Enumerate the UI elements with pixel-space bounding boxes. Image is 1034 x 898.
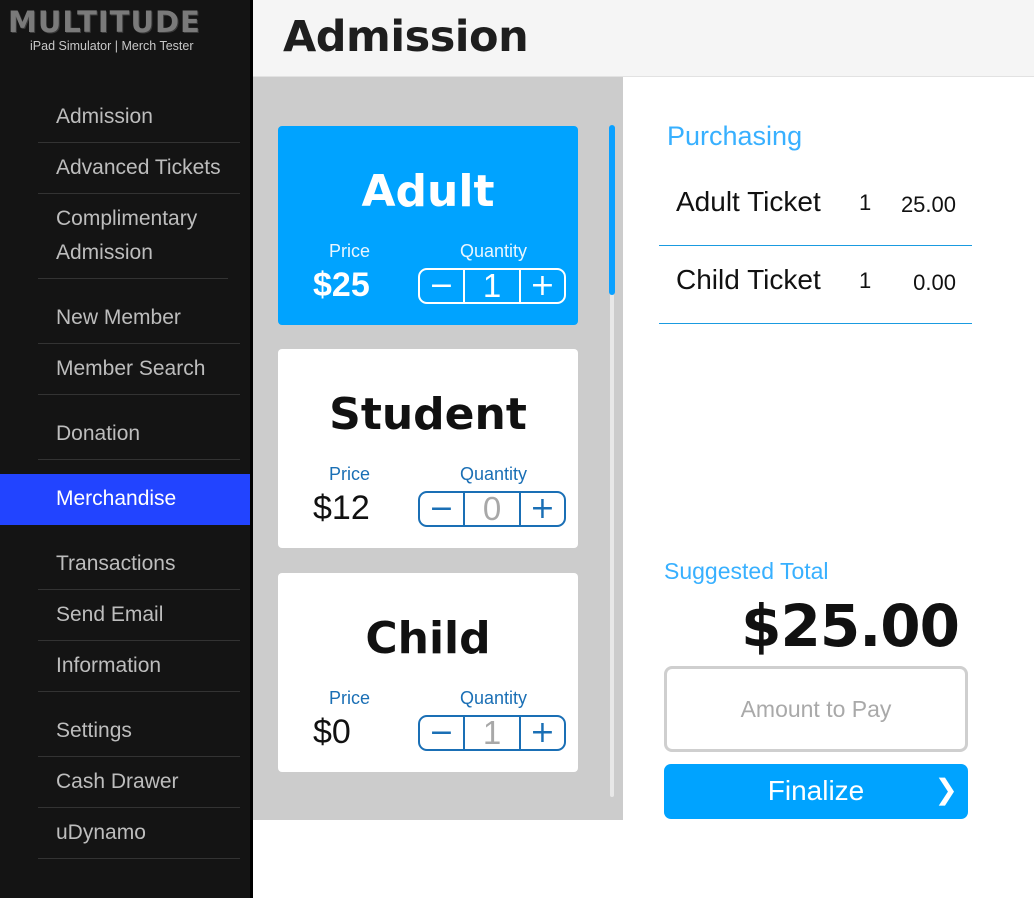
increment-button[interactable]: +: [521, 270, 564, 302]
product-list: Adult Price Quantity $25 − 1 + Student P…: [253, 77, 623, 820]
suggested-total-value: $25.00: [741, 592, 960, 660]
sidebar-item-new-member[interactable]: New Member: [38, 293, 240, 344]
sidebar-item-complimentary-admission[interactable]: Complimentary Admission: [38, 194, 228, 279]
sidebar-item-transactions[interactable]: Transactions: [38, 539, 240, 590]
sidebar-item-information[interactable]: Information: [38, 641, 240, 692]
price-label: Price: [329, 688, 371, 708]
amount-to-pay-input[interactable]: [664, 666, 968, 752]
price-label: Price: [329, 464, 371, 484]
sidebar-item-settings[interactable]: Settings: [38, 706, 240, 757]
brand-logo: MULTITUDE: [8, 5, 201, 39]
sidebar-item-udynamo[interactable]: uDynamo: [38, 808, 240, 859]
brand: MULTITUDE iPad Simulator | Merch Tester: [8, 6, 208, 53]
cart-item-amount: 0.00: [913, 270, 956, 295]
quantity-stepper: − 0 +: [418, 490, 566, 527]
page-header: Admission: [253, 0, 1034, 77]
brand-subtitle: iPad Simulator | Merch Tester: [30, 39, 194, 53]
product-name: Student: [329, 389, 527, 440]
quantity-stepper: − 1 +: [418, 267, 566, 304]
sidebar-item-cash-drawer[interactable]: Cash Drawer: [38, 757, 240, 808]
purchasing-heading: Purchasing: [667, 121, 803, 151]
finalize-button[interactable]: Finalize ❯: [664, 764, 968, 819]
cart-row: Adult Ticket 1 25.00: [659, 170, 972, 246]
sidebar-item-send-email[interactable]: Send Email: [38, 590, 240, 641]
price-value: $25: [313, 266, 370, 304]
price-label: Price: [329, 241, 371, 261]
product-name: Adult: [361, 166, 495, 217]
sidebar: MULTITUDE iPad Simulator | Merch Tester …: [0, 0, 253, 898]
decrement-button[interactable]: −: [420, 717, 463, 749]
cart-item-name: Adult Ticket: [676, 186, 821, 217]
increment-button[interactable]: +: [521, 717, 564, 749]
decrement-button[interactable]: −: [420, 270, 463, 302]
sidebar-item-member-search[interactable]: Member Search: [38, 344, 240, 395]
sidebar-item-advanced-tickets[interactable]: Advanced Tickets: [38, 143, 240, 194]
cart-item-name: Child Ticket: [676, 264, 821, 295]
sidebar-item-admission[interactable]: Admission: [38, 92, 240, 143]
quantity-value: 0: [463, 490, 521, 527]
product-card-child[interactable]: Child Price Quantity $0 − 1 +: [278, 573, 578, 772]
sidebar-item-merchandise[interactable]: Merchandise: [0, 474, 250, 525]
quantity-label: Quantity: [460, 241, 528, 261]
decrement-button[interactable]: −: [420, 493, 463, 525]
product-card-adult[interactable]: Adult Price Quantity $25 − 1 +: [278, 126, 578, 325]
cart-item-qty: 1: [859, 268, 872, 293]
quantity-label: Quantity: [460, 688, 528, 708]
cart-item-amount: 25.00: [900, 192, 956, 217]
sidebar-nav: Admission Advanced Tickets Complimentary…: [0, 92, 250, 859]
increment-button[interactable]: +: [521, 493, 564, 525]
sidebar-item-donation[interactable]: Donation: [38, 409, 240, 460]
chevron-right-icon: ❯: [934, 773, 958, 806]
suggested-total-label: Suggested Total: [664, 558, 829, 584]
quantity-value: 1: [463, 714, 521, 751]
price-value: $12: [313, 489, 370, 527]
quantity-value: 1: [463, 267, 521, 304]
page-title: Admission: [283, 12, 529, 62]
quantity-label: Quantity: [460, 464, 528, 484]
scrollbar-thumb[interactable]: [609, 125, 615, 295]
finalize-label: Finalize: [767, 775, 865, 806]
cart-item-qty: 1: [859, 190, 872, 215]
product-card-student[interactable]: Student Price Quantity $12 − 0 +: [278, 349, 578, 548]
cart-row: Child Ticket 1 0.00: [659, 248, 972, 324]
quantity-stepper: − 1 +: [418, 714, 566, 751]
product-name: Child: [365, 613, 491, 664]
price-value: $0: [313, 713, 351, 751]
